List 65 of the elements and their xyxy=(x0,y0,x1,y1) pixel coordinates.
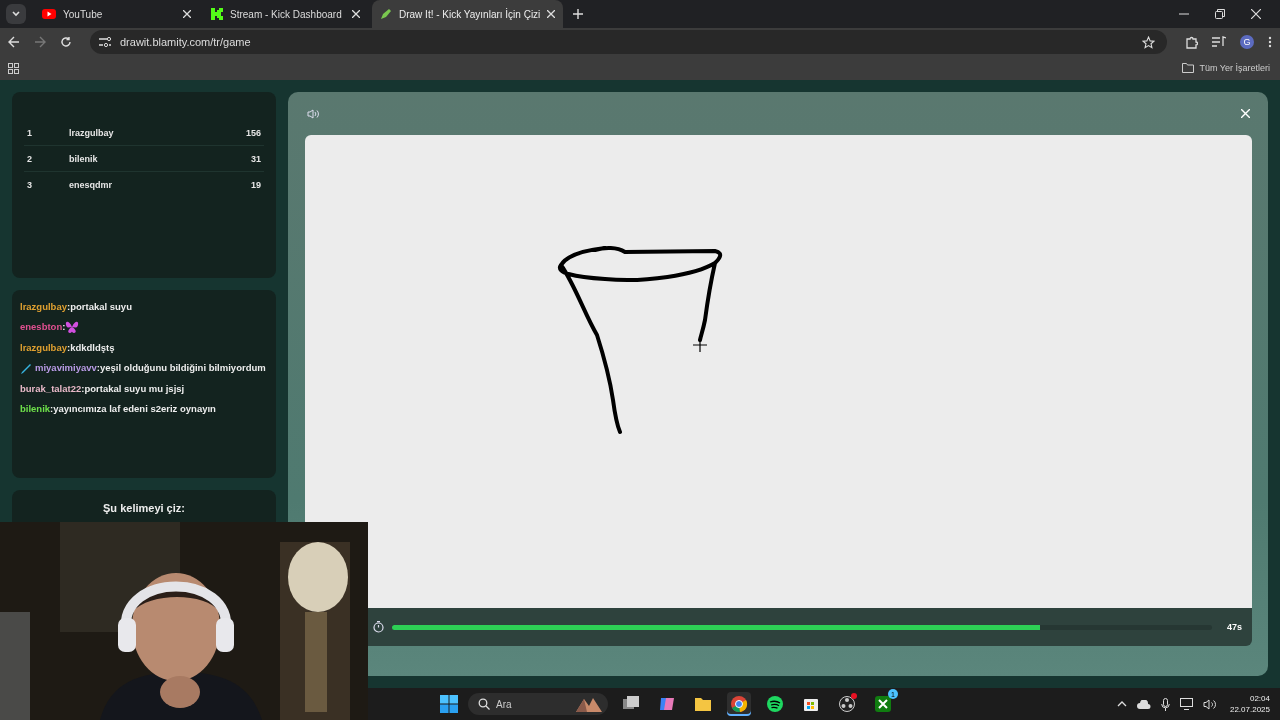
apps-grid-icon[interactable] xyxy=(8,62,19,74)
site-settings-icon[interactable] xyxy=(98,36,112,48)
letter-logo-icon xyxy=(211,8,223,20)
stopwatch-icon xyxy=(373,621,384,633)
pencil-icon xyxy=(380,8,392,20)
player-score: 156 xyxy=(245,127,261,138)
caret-icon xyxy=(11,9,21,19)
profile-avatar[interactable]: G xyxy=(1240,35,1254,49)
sword-badge-icon xyxy=(20,362,32,375)
browser-tab[interactable]: Draw It! - Kick Yayınları İçin Çizi xyxy=(372,0,564,28)
restore-icon[interactable] xyxy=(1215,9,1225,19)
rank-number: 3 xyxy=(27,179,33,190)
chat-message: :portakal suyu mu jsjsj xyxy=(81,382,185,394)
clock-date: 22.07.2025 xyxy=(1229,704,1270,715)
close-icon[interactable] xyxy=(547,10,556,18)
menu-icon[interactable] xyxy=(1268,36,1272,48)
browser-app-icon[interactable] xyxy=(727,692,751,716)
crosshair-cursor-icon xyxy=(692,337,708,353)
media-list-icon[interactable] xyxy=(1212,36,1226,48)
star-icon[interactable] xyxy=(1142,35,1155,49)
browser-tab[interactable]: Stream - Kick Dashboard xyxy=(203,0,368,28)
clock-time: 02:04 xyxy=(1249,693,1270,704)
puzzle-icon[interactable] xyxy=(1185,35,1198,49)
all-bookmarks-button[interactable]: Tüm Yer İşaretleri xyxy=(1180,63,1272,73)
butterfly-emote-icon xyxy=(65,320,80,335)
forward-icon[interactable] xyxy=(34,36,46,48)
close-icon[interactable] xyxy=(183,10,191,18)
chat-message: :yayıncımıza laf edeni s2eriz oynayın xyxy=(50,402,216,414)
play-logo-icon xyxy=(42,9,56,19)
tab-search-button[interactable] xyxy=(6,4,26,24)
taskbar-search-field[interactable]: Ara xyxy=(468,693,608,715)
chat-message: :kdkdldştş xyxy=(67,342,115,354)
close-icon[interactable] xyxy=(1251,9,1261,19)
windows-start-icon[interactable] xyxy=(440,695,458,713)
new-tab-icon[interactable] xyxy=(573,9,584,19)
rank-number: 1 xyxy=(27,127,33,138)
chat-username: lrazgulbay xyxy=(20,342,67,354)
chat-message: :yeşil olduğunu bildiğini bilmiyordum xyxy=(96,362,266,374)
player-score: 19 xyxy=(251,179,261,190)
player-name: enesqdmr xyxy=(69,179,113,190)
timer-seconds: 47s xyxy=(1225,622,1242,632)
chat-message: :portakal suyu xyxy=(67,301,132,312)
cloud-icon[interactable] xyxy=(1136,699,1151,709)
player-score: 31 xyxy=(251,153,261,164)
speaker-icon[interactable] xyxy=(1202,698,1216,710)
close-icon[interactable] xyxy=(352,10,360,18)
address-bar[interactable]: drawit.blamity.com/tr/game xyxy=(90,30,1167,54)
reload-icon[interactable] xyxy=(60,36,72,48)
monitor-icon[interactable] xyxy=(1179,698,1193,710)
chat-username: bilenik xyxy=(20,402,51,414)
mountains-icon xyxy=(576,696,602,712)
player-name: bilenik xyxy=(69,153,99,164)
chevron-up-icon[interactable] xyxy=(1116,700,1127,708)
chat-username: lrazgulbay xyxy=(20,301,67,312)
rank-number: 2 xyxy=(27,153,33,164)
chat-username: miyavimiyavv xyxy=(35,362,97,374)
microphone-icon[interactable] xyxy=(1160,697,1170,711)
back-icon[interactable] xyxy=(8,36,20,48)
folder-icon xyxy=(1182,63,1195,73)
player-name: lrazgulbay xyxy=(69,127,115,138)
browser-tab[interactable]: YouTube xyxy=(34,0,199,28)
search-icon xyxy=(478,698,490,710)
chat-message: : xyxy=(62,321,66,332)
chat-username: burak_talat22 xyxy=(20,382,82,394)
word-prompt: Şu kelimeyi çiz: xyxy=(103,502,185,516)
